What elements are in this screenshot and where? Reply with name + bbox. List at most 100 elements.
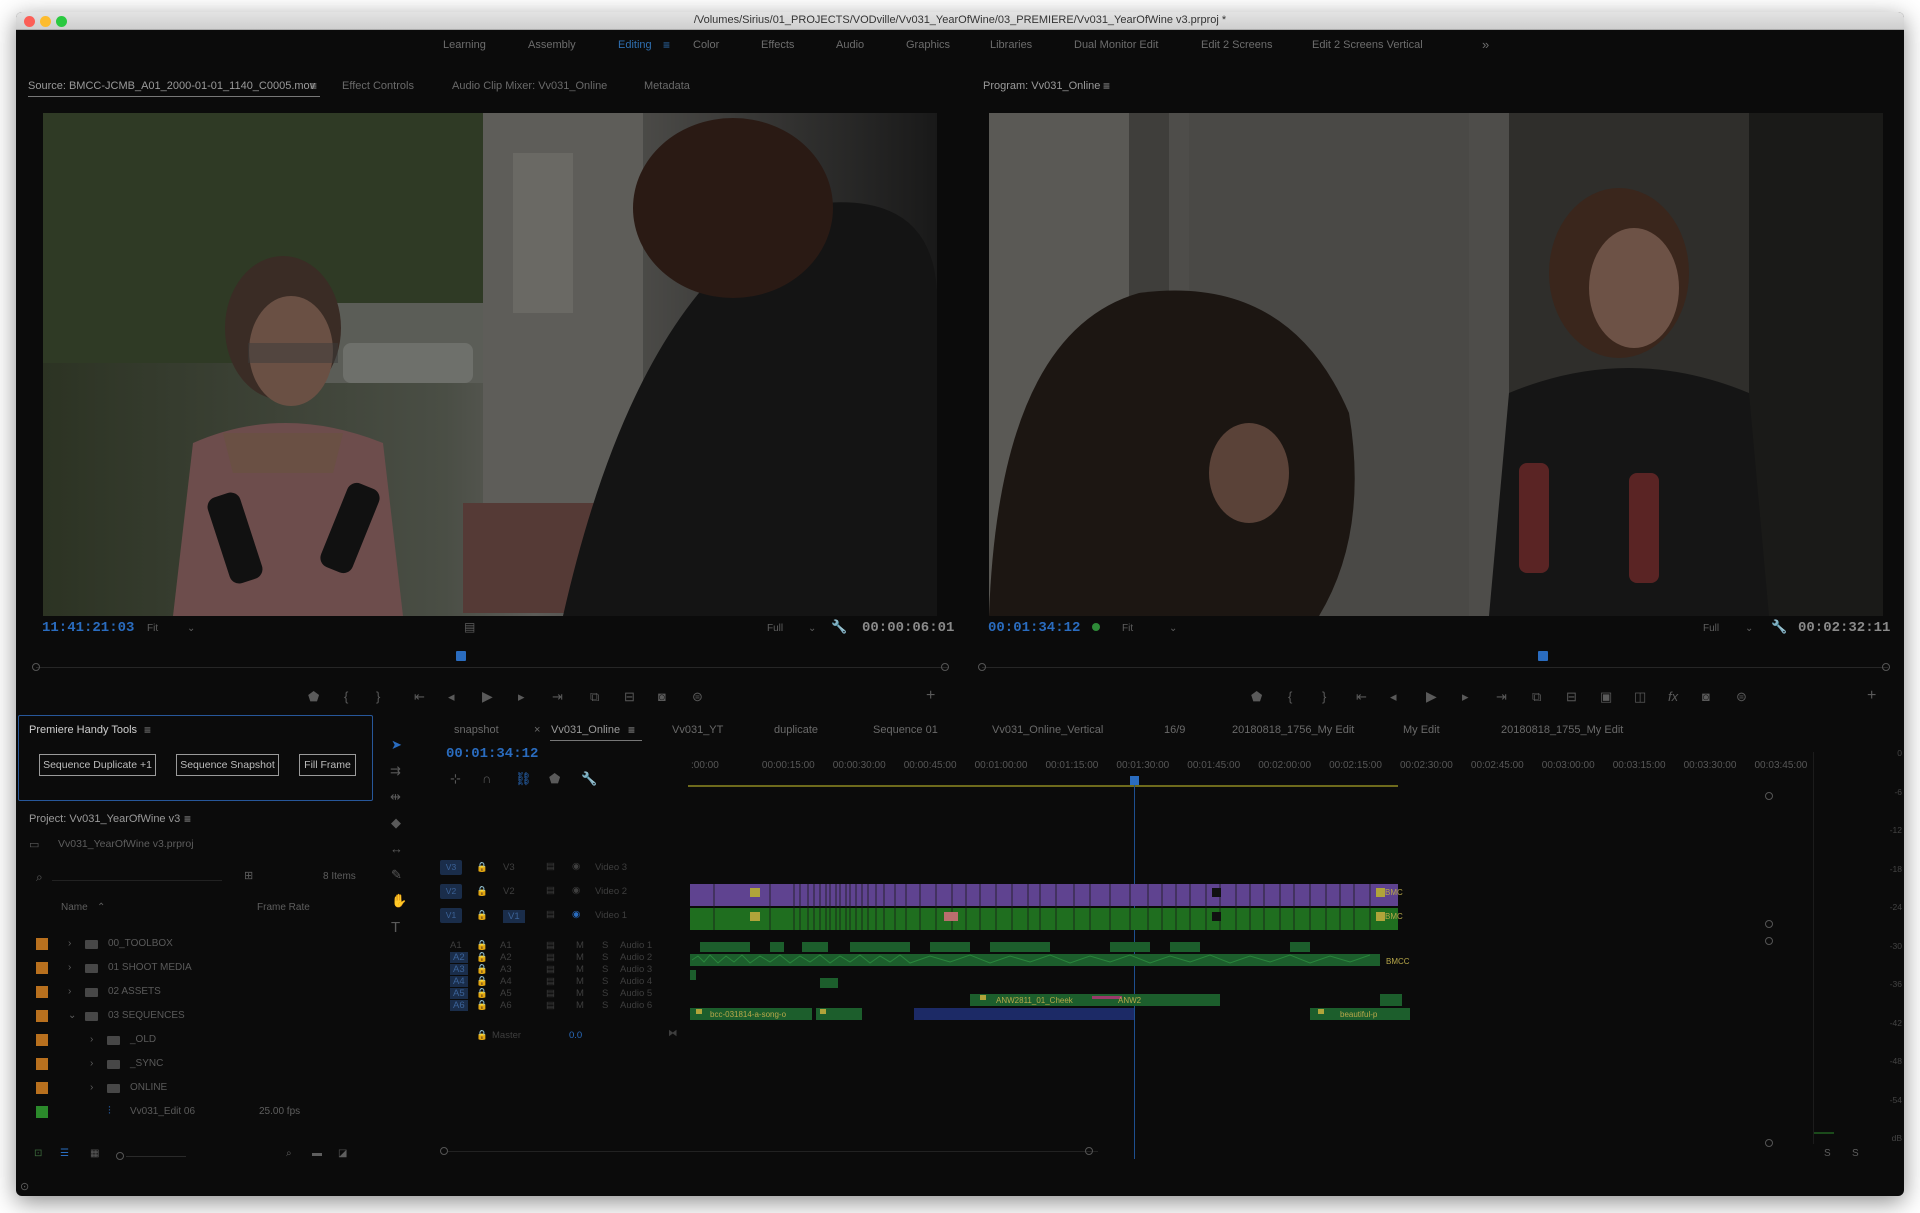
source-quality-select[interactable]: Full [767,623,783,634]
source-zoom-select[interactable]: Fit [147,623,158,634]
solo-right-button[interactable]: S [1852,1148,1859,1159]
mute-button[interactable]: M [576,940,584,951]
panel-menu-icon[interactable]: ≡ [310,79,317,93]
wrench-icon[interactable]: 🔧 [831,620,847,633]
vertical-zoom-handle[interactable] [1765,920,1773,928]
mark-in-icon[interactable]: { [344,690,348,703]
sync-lock-icon[interactable]: ▤ [546,976,555,987]
plus-icon[interactable]: + [1867,688,1876,704]
track-target[interactable]: V1 [503,910,525,923]
mute-button[interactable]: M [576,952,584,963]
camera-icon[interactable]: ◙ [658,690,666,703]
label-color-swatch[interactable] [36,1058,48,1070]
sync-lock-icon[interactable]: ▤ [546,940,555,951]
timeline-tab[interactable]: My Edit [1403,724,1440,736]
sync-lock-icon[interactable]: ▤ [546,952,555,963]
solo-button[interactable]: S [602,952,608,963]
sync-lock-icon[interactable]: ▤ [546,885,555,896]
label-color-swatch[interactable] [36,986,48,998]
chevron-down-icon[interactable]: ⌄ [68,1010,76,1021]
chevron-right-icon[interactable]: › [90,1034,93,1045]
label-color-swatch[interactable] [36,1106,48,1118]
track-source-patch[interactable]: V2 [440,884,462,899]
sync-lock-icon[interactable]: ▤ [546,909,555,920]
panel-menu-icon[interactable]: ≡ [144,723,151,737]
mute-button[interactable]: M [576,1000,584,1011]
chevron-right-icon[interactable]: › [68,986,71,997]
project-item-name[interactable]: 03 SEQUENCES [108,1010,185,1021]
overwrite-icon[interactable]: ⊟ [624,690,635,703]
multicam-icon[interactable]: ◫ [1634,690,1646,703]
timeline-playhead-head[interactable] [1130,776,1139,785]
timeline-tab[interactable]: 20180818_1756_My Edit [1232,724,1354,736]
solo-button[interactable]: S [602,940,608,951]
sync-lock-icon[interactable]: ▤ [546,1000,555,1011]
label-color-swatch[interactable] [36,1082,48,1094]
lift-icon[interactable]: ⧉ [1532,690,1541,703]
sequence-duplicate-button[interactable]: Sequence Duplicate +1 [39,754,156,776]
track-target[interactable]: A1 [500,940,512,951]
track-target[interactable]: A4 [500,976,512,987]
mute-button[interactable]: M [576,976,584,987]
vertical-zoom-handle[interactable] [1765,1139,1773,1147]
track-source-patch[interactable]: V3 [440,860,462,875]
panel-menu-icon[interactable]: ≡ [628,723,635,737]
mute-button[interactable]: M [576,988,584,999]
workspace-learning[interactable]: Learning [443,39,486,51]
step-forward-icon[interactable]: ▸ [518,690,525,703]
add-marker-icon[interactable]: ⬟ [308,690,319,703]
pen-tool-icon[interactable]: ✎ [391,868,402,881]
icon-view-icon[interactable]: ▦ [90,1148,99,1159]
horizontal-zoom-handle-left[interactable] [440,1147,448,1155]
lock-icon[interactable]: 🔒 [476,1030,488,1041]
workspace-assembly[interactable]: Assembly [528,39,576,51]
lock-icon[interactable]: 🔒 [476,952,488,963]
zoom-slider[interactable] [126,1156,186,1157]
lock-icon[interactable]: 🔒 [476,940,488,951]
lock-icon[interactable]: 🔒 [476,964,488,975]
column-name-header[interactable]: Name [61,902,88,913]
track-source-patch[interactable]: A1 [450,940,462,951]
chevron-down-icon[interactable]: ⌄ [1169,623,1177,634]
track-target[interactable]: A3 [500,964,512,975]
compare-view-icon[interactable]: ▣ [1600,690,1612,703]
workspace-effects[interactable]: Effects [761,39,794,51]
track-source-patch[interactable]: A3 [450,964,468,975]
program-scrub-bar[interactable] [982,667,1888,668]
mark-out-icon[interactable]: } [1322,690,1326,703]
project-item-name[interactable]: ONLINE [130,1082,167,1093]
new-item-icon[interactable]: ◪ [338,1148,347,1159]
step-back-icon[interactable]: ◂ [448,690,455,703]
vertical-zoom-handle[interactable] [1765,937,1773,945]
track-source-patch[interactable]: A6 [450,1000,468,1011]
razor-tool-icon[interactable]: ◆ [391,816,401,829]
track-target[interactable]: A6 [500,1000,512,1011]
play-icon[interactable]: ▶ [482,689,493,703]
label-color-swatch[interactable] [36,938,48,950]
source-playhead[interactable] [456,651,466,661]
horizontal-scrollbar[interactable] [448,1151,1098,1152]
workspace-audio[interactable]: Audio [836,39,864,51]
extract-icon[interactable]: ⊟ [1566,690,1577,703]
lock-icon[interactable]: ⊡ [34,1148,42,1159]
solo-button[interactable]: S [602,988,608,999]
chevron-right-icon[interactable]: › [90,1082,93,1093]
project-item-name[interactable]: Vv031_Edit 06 [130,1106,195,1117]
chevron-right-icon[interactable]: › [68,962,71,973]
track-target[interactable]: A5 [500,988,512,999]
sequence-snapshot-button[interactable]: Sequence Snapshot [176,754,279,776]
master-volume-value[interactable]: 0.0 [569,1030,582,1041]
workspace-edit-2-screens-vertical[interactable]: Edit 2 Screens Vertical [1312,39,1423,51]
slip-tool-icon[interactable]: ↔ [390,842,403,855]
program-zoom-select[interactable]: Fit [1122,623,1133,634]
workspace-dual-monitor[interactable]: Dual Monitor Edit [1074,39,1158,51]
project-item-name[interactable]: _OLD [130,1034,156,1045]
settings-icon[interactable]: ▤ [464,620,475,634]
label-color-swatch[interactable] [36,962,48,974]
mark-out-icon[interactable]: } [376,690,380,703]
mark-in-icon[interactable]: { [1288,690,1292,703]
timeline-tab[interactable]: Sequence 01 [873,724,938,736]
tab-effect-controls[interactable]: Effect Controls [342,80,414,92]
vertical-zoom-handle[interactable] [1765,792,1773,800]
step-back-icon[interactable]: ◂ [1390,690,1397,703]
